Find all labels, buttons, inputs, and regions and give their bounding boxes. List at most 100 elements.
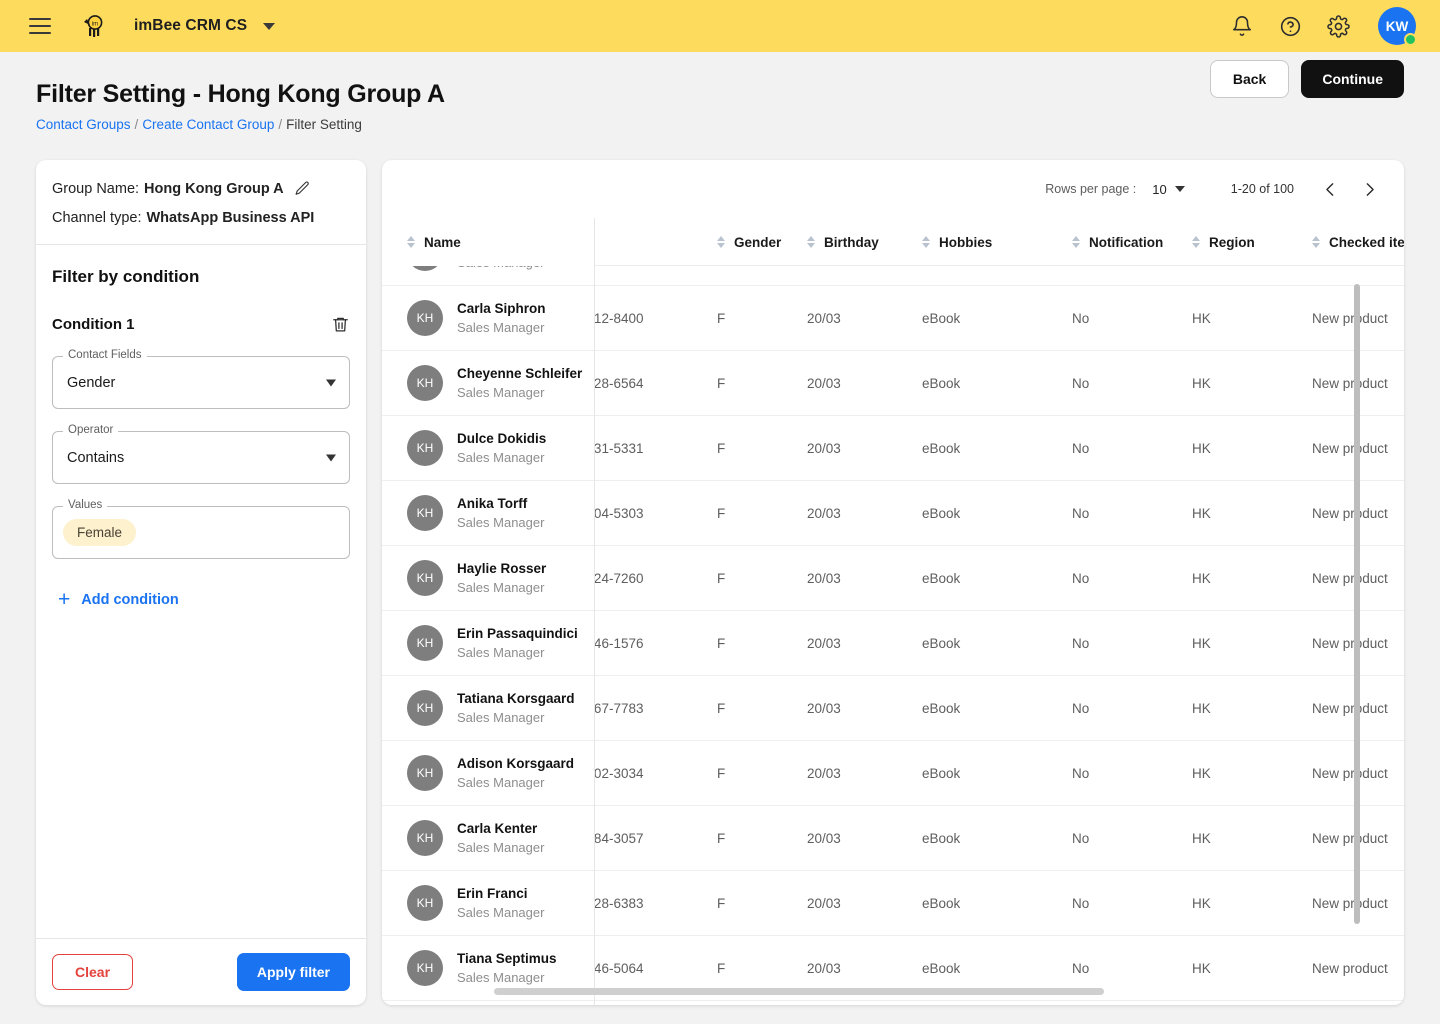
clear-button[interactable]: Clear xyxy=(52,954,134,990)
table-row-name-cell[interactable]: KH Cheyenne Schleifer Sales Manager xyxy=(382,351,594,416)
value-chip[interactable]: Female xyxy=(63,519,137,546)
contact-name: Carla Siphron xyxy=(457,301,546,316)
breadcrumb-separator-2: / xyxy=(278,117,283,132)
rows-per-page-label: Rows per page : xyxy=(1045,182,1137,196)
cell-name: KH Adison Korsgaard Sales Manager xyxy=(382,755,594,791)
contact-fields-value[interactable]: Gender xyxy=(52,356,350,409)
table-scroll-viewport[interactable]: Name Phone Gender Birthday Hobbies Notif… xyxy=(382,218,1404,1005)
notification-bell-icon[interactable] xyxy=(1230,14,1254,38)
contact-fields-select[interactable]: Contact Fields Gender xyxy=(52,349,350,409)
cell-birthday: 20/03 xyxy=(807,310,841,326)
table-horizontal-scrollbar[interactable] xyxy=(494,988,1404,995)
cell-birthday: 20/03 xyxy=(807,830,841,846)
table-row-name-cell[interactable]: KH Anika Torff Sales Manager xyxy=(382,481,594,546)
avatar: KH xyxy=(407,885,443,921)
cell-birthday: 20/03 xyxy=(807,570,841,586)
frozen-column-header-name[interactable]: Name xyxy=(382,218,595,266)
sort-icon xyxy=(922,235,930,249)
values-box[interactable]: Female xyxy=(52,506,350,559)
table-row-name-cell[interactable]: KH Adison Korsgaard Sales Manager xyxy=(382,741,594,806)
trash-icon[interactable] xyxy=(331,315,350,334)
cell-notification: No xyxy=(1072,765,1090,781)
cell-region: HK xyxy=(1192,440,1211,456)
column-header-notification[interactable]: Notification xyxy=(1072,235,1192,250)
brand-name: imBee CRM CS xyxy=(134,17,248,34)
pencil-icon[interactable] xyxy=(294,180,311,197)
cell-gender: F xyxy=(717,700,726,716)
cell-region: HK xyxy=(1192,505,1211,521)
next-page-button[interactable] xyxy=(1361,181,1378,198)
avatar: KH xyxy=(407,690,443,726)
rows-per-page-chevron-down-icon[interactable] xyxy=(1174,186,1185,192)
table-row-name-cell[interactable]: KH Haylie Rosser Sales Manager xyxy=(382,546,594,611)
contact-name-cell: KH Tiana Septimus Sales Manager xyxy=(407,950,557,986)
table-row-name-cell[interactable]: KH Dulce Dokidis Sales Manager xyxy=(382,416,594,481)
column-header-region[interactable]: Region xyxy=(1192,235,1287,250)
cell-notification: No xyxy=(1072,375,1090,391)
breadcrumb-create-contact-group[interactable]: Create Contact Group xyxy=(142,117,274,132)
chevron-down-icon[interactable] xyxy=(326,454,336,461)
contact-name-cell: KH Adison Korsgaard Sales Manager xyxy=(407,755,574,791)
channel-type-value: WhatsApp Business API xyxy=(146,210,315,226)
previous-page-button[interactable] xyxy=(1322,181,1339,198)
contact-name: Erin Passaquindici xyxy=(457,626,578,641)
table-row-name-cell[interactable]: KH Erin Passaquindici Sales Manager xyxy=(382,611,594,676)
contact-role: Sales Manager xyxy=(457,710,545,725)
contact-role: Sales Manager xyxy=(457,905,545,920)
page-header-actions: Back Continue xyxy=(1209,60,1404,98)
back-button[interactable]: Back xyxy=(1209,60,1290,98)
column-header-birthday[interactable]: Birthday xyxy=(807,235,922,250)
table-vertical-scrollbar[interactable] xyxy=(1354,266,1360,976)
rows-per-page-value[interactable]: 10 xyxy=(1152,182,1166,197)
column-header-hobbies[interactable]: Hobbies xyxy=(922,235,1072,250)
cell-notification: No xyxy=(1072,505,1090,521)
help-circle-icon[interactable] xyxy=(1278,14,1302,38)
contact-name-cell: KH Carla Kenter Sales Manager xyxy=(407,820,544,856)
imbee-bee-logo-icon: im xyxy=(79,12,107,40)
cell-region: HK xyxy=(1192,895,1211,911)
contact-role: Sales Manager xyxy=(457,385,545,400)
plus-icon: + xyxy=(58,588,71,611)
column-label: Birthday xyxy=(824,234,879,250)
cell-checked-item: New product xyxy=(1312,960,1388,976)
table-row-name-cell[interactable]: KH Tatiana Korsgaard Sales Manager xyxy=(382,676,594,741)
contact-role: Sales Manager xyxy=(457,320,545,335)
cell-checked-item: New product xyxy=(1312,895,1388,911)
breadcrumb-current: Filter Setting xyxy=(286,117,362,132)
column-header-checked-item[interactable]: Checked item xyxy=(1287,235,1404,250)
table-row-name-cell[interactable]: KH Erin Franci Sales Manager xyxy=(382,871,594,936)
add-condition-button[interactable]: + Add condition xyxy=(52,583,350,616)
user-avatar[interactable]: KW xyxy=(1378,7,1417,46)
apply-filter-button[interactable]: Apply filter xyxy=(236,953,350,991)
gear-icon[interactable] xyxy=(1326,14,1350,38)
contact-name-cell: KH Erin Franci Sales Manager xyxy=(407,885,544,921)
online-status-dot xyxy=(1404,33,1417,46)
table-row-name-cell[interactable]: KH Carla Kenter Sales Manager xyxy=(382,806,594,871)
values-input[interactable]: Values Female xyxy=(52,499,350,559)
operator-value[interactable]: Contains xyxy=(52,431,350,484)
cell-name: KH Haylie Rosser Sales Manager xyxy=(382,560,594,596)
column-label: Checked item xyxy=(1329,234,1404,250)
scrollbar-thumb[interactable] xyxy=(1354,284,1360,924)
cell-region: HK xyxy=(1192,375,1211,391)
cell-gender: F xyxy=(717,895,726,911)
table-row-name-cell[interactable]: KH Carla Siphron Sales Manager xyxy=(382,286,594,351)
cell-region: HK xyxy=(1192,960,1211,976)
filter-conditions-scroll[interactable]: Filter by condition Condition 1 Contact … xyxy=(36,245,366,938)
column-label: Hobbies xyxy=(939,234,993,250)
pagination-range: 1-20 of 100 xyxy=(1230,182,1294,196)
breadcrumb-contact-groups[interactable]: Contact Groups xyxy=(36,117,131,132)
brand-chevron-down-icon[interactable] xyxy=(263,22,276,30)
filter-by-condition-title: Filter by condition xyxy=(52,267,200,286)
chevron-down-icon[interactable] xyxy=(326,379,336,386)
svg-text:im: im xyxy=(92,22,98,28)
cell-hobbies: eBook xyxy=(922,635,961,651)
column-header-gender[interactable]: Gender xyxy=(717,235,807,250)
continue-button[interactable]: Continue xyxy=(1301,60,1404,98)
scrollbar-thumb[interactable] xyxy=(494,988,1104,995)
contact-role: Sales Manager xyxy=(457,840,545,855)
hamburger-menu-icon[interactable] xyxy=(29,18,51,34)
sort-icon[interactable] xyxy=(407,235,415,249)
cell-name: KH Cheyenne Schleifer Sales Manager xyxy=(382,365,594,401)
operator-select[interactable]: Operator Contains xyxy=(52,424,350,484)
